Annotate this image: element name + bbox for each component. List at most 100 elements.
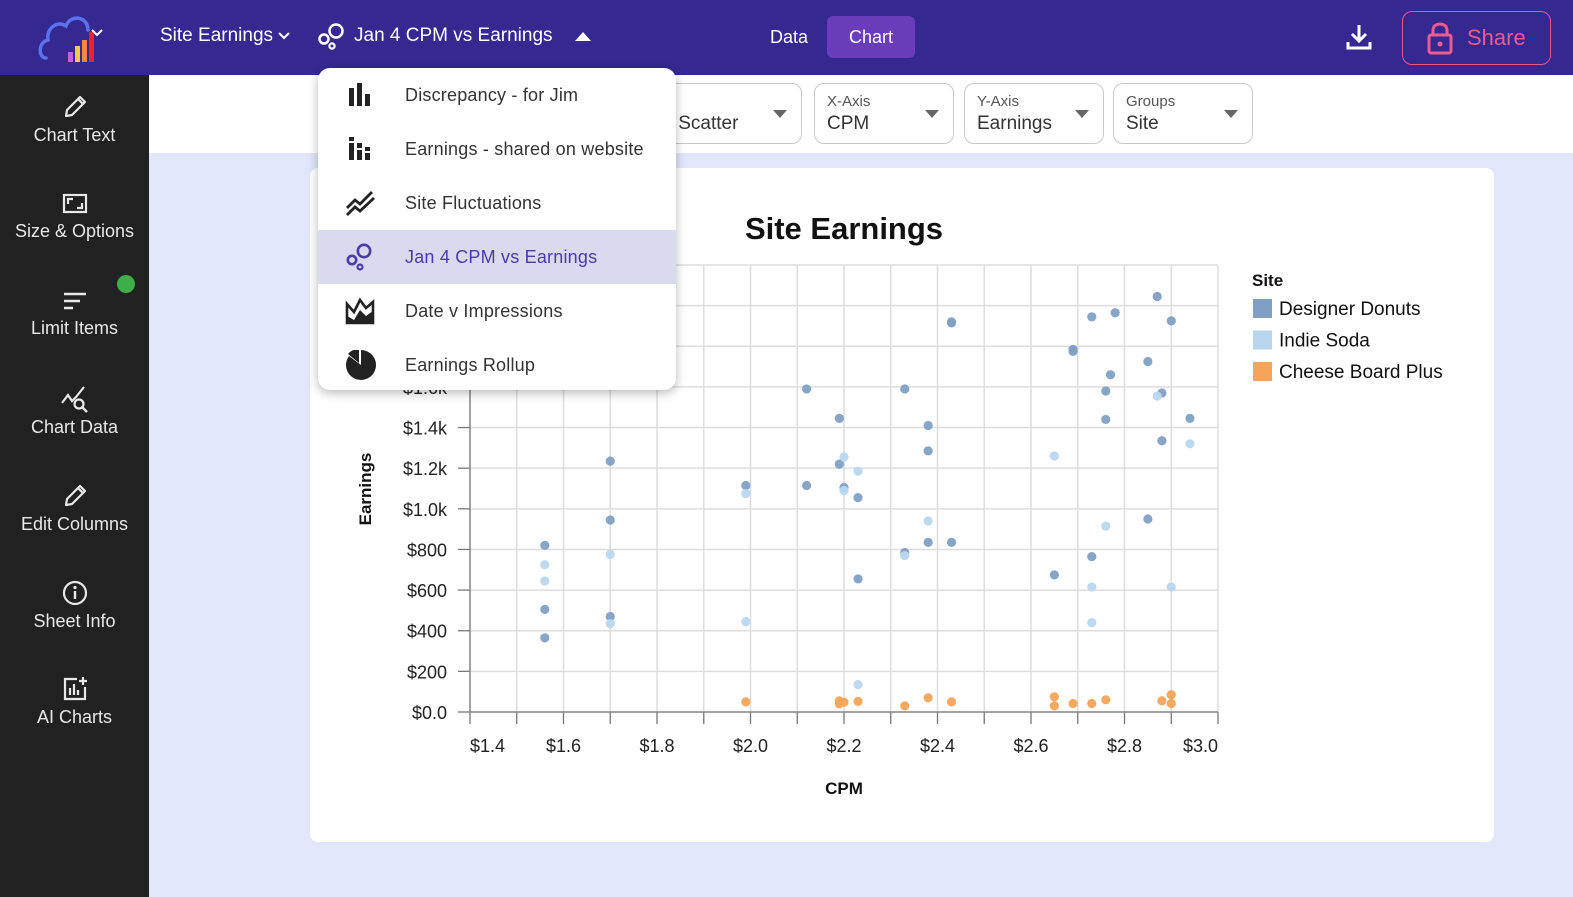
x-axis-dropdown[interactable]: X-Axis CPM	[814, 83, 954, 144]
menu-item-site-fluctuations[interactable]: Site Fluctuations	[318, 176, 676, 230]
app-logo-icon[interactable]	[36, 12, 108, 64]
legend-label: Cheese Board Plus	[1279, 362, 1443, 383]
sidebar-item-edit-columns[interactable]: Edit Columns	[0, 482, 149, 562]
sidebar-item-sheet-info[interactable]: Sheet Info	[0, 579, 149, 659]
data-point-designer-donuts	[1087, 551, 1097, 562]
data-point-designer-donuts	[605, 515, 615, 525]
data-point-designer-donuts	[1143, 356, 1153, 367]
caret-up-icon	[574, 31, 591, 41]
data-point-cheese-board-plus	[1068, 698, 1078, 709]
chart-title[interactable]: Site Earnings	[745, 211, 943, 246]
data-point-cheese-board-plus	[1166, 698, 1176, 709]
share-button[interactable]: Share	[1402, 11, 1551, 65]
chart-list-menu: Discrepancy - for Jim Earnings - shared …	[318, 68, 676, 390]
data-point-indie-soda	[1152, 391, 1162, 401]
dropdown-arrow-icon	[773, 110, 787, 118]
data-point-indie-soda	[839, 452, 849, 462]
data-point-designer-donuts	[1101, 414, 1111, 425]
y-tick-label: $800	[407, 540, 447, 560]
legend-label: Indie Soda	[1279, 331, 1370, 352]
chevron-down-icon	[278, 32, 290, 40]
chevron-down-icon[interactable]	[90, 28, 104, 38]
data-point-cheese-board-plus	[1049, 701, 1059, 711]
dropdown-arrow-icon	[925, 110, 939, 118]
data-point-indie-soda	[741, 616, 751, 627]
data-point-designer-donuts	[1110, 308, 1120, 318]
y-tick-label: $200	[407, 662, 447, 682]
chart-type-dropdown[interactable]: Type Grouped Scatter	[573, 83, 802, 144]
menu-item-earnings-rollup[interactable]: Earnings Rollup	[318, 338, 676, 390]
data-point-designer-donuts	[1087, 312, 1097, 322]
tab-data[interactable]: Data	[748, 16, 830, 58]
y-tick-label: $0.0	[412, 703, 447, 723]
data-point-indie-soda	[1087, 582, 1097, 592]
sidebar-item-chart-data[interactable]: Chart Data	[0, 385, 149, 465]
sidebar-item-size-options[interactable]: Size & Options	[0, 191, 149, 271]
sidebar-item-chart-text[interactable]: Chart Text	[0, 93, 149, 173]
data-point-designer-donuts	[923, 446, 933, 456]
sidebar-item-ai-charts[interactable]: AI Charts	[0, 675, 149, 755]
data-point-cheese-board-plus	[900, 701, 910, 711]
bar-chart-icon	[349, 83, 370, 106]
data-point-indie-soda	[1166, 582, 1176, 592]
legend-swatch	[1253, 299, 1272, 318]
chart-selector[interactable]: Jan 4 CPM vs Earnings	[316, 22, 591, 50]
area-chart-icon	[345, 297, 375, 325]
sheet-title-dropdown[interactable]: Site Earnings	[160, 25, 291, 47]
data-point-designer-donuts	[900, 384, 910, 394]
x-axis-title: CPM	[825, 779, 863, 798]
dropdown-arrow-icon	[1075, 110, 1089, 118]
data-point-designer-donuts	[540, 633, 550, 643]
download-icon[interactable]	[1344, 22, 1374, 52]
data-point-indie-soda	[900, 550, 910, 561]
menu-item-label: Site Fluctuations	[405, 192, 542, 213]
menu-item-date-v-impressions[interactable]: Date v Impressions	[318, 284, 676, 338]
data-point-indie-soda	[605, 619, 615, 629]
y-axis-title: Earnings	[356, 453, 375, 526]
x-axis-label: X-Axis	[827, 93, 871, 110]
data-point-cheese-board-plus	[839, 697, 849, 707]
sidebar-item-label: Sheet Info	[33, 611, 116, 631]
data-point-designer-donuts	[923, 420, 933, 431]
menu-item-label: Earnings - shared on website	[405, 138, 644, 159]
sheet-title: Site Earnings	[160, 25, 274, 46]
data-point-designer-donuts	[802, 384, 812, 394]
pencil-icon	[64, 95, 86, 118]
lock-icon	[1427, 22, 1453, 55]
pie-chart-icon	[346, 350, 376, 380]
data-point-indie-soda	[1087, 618, 1097, 628]
data-point-designer-donuts	[1068, 346, 1078, 356]
legend-swatch	[1253, 330, 1272, 350]
menu-item-label: Discrepancy - for Jim	[405, 84, 579, 105]
top-bar: Site Earnings Jan 4 CPM vs Earnings Data…	[0, 0, 1573, 75]
y-tick-label: $1.0k	[403, 500, 448, 520]
x-tick-label: $2.4	[920, 736, 955, 756]
share-label: Share	[1467, 25, 1526, 50]
x-tick-label: $2.2	[826, 736, 861, 756]
y-axis-dropdown[interactable]: Y-Axis Earnings	[964, 83, 1104, 144]
aspect-ratio-icon	[62, 193, 87, 214]
menu-item-discrepancy[interactable]: Discrepancy - for Jim	[318, 68, 676, 122]
groups-dropdown[interactable]: Groups Site	[1113, 83, 1253, 144]
data-point-designer-donuts	[802, 480, 812, 491]
legend-swatch	[1253, 362, 1272, 381]
tab-chart[interactable]: Chart	[827, 16, 916, 58]
scatter-bubbles-icon	[346, 243, 372, 271]
info-icon	[62, 580, 87, 606]
data-point-cheese-board-plus	[741, 697, 751, 707]
data-point-designer-donuts	[1185, 413, 1195, 424]
chart-plus-icon	[63, 677, 87, 701]
legend-label: Designer Donuts	[1279, 299, 1421, 320]
data-point-indie-soda	[741, 488, 751, 499]
data-point-designer-donuts	[853, 493, 863, 503]
data-point-indie-soda	[839, 485, 849, 496]
menu-item-label: Earnings Rollup	[405, 354, 536, 375]
filter-lines-icon	[63, 292, 86, 310]
sidebar-item-limit-items[interactable]: Limit Items	[0, 288, 149, 368]
menu-item-earnings-shared[interactable]: Earnings - shared on website	[318, 122, 676, 176]
data-point-designer-donuts	[1049, 570, 1059, 580]
data-point-designer-donuts	[946, 537, 957, 547]
menu-item-jan4-cpm-vs-earnings[interactable]: Jan 4 CPM vs Earnings	[318, 230, 676, 284]
data-point-indie-soda	[853, 679, 863, 690]
data-point-cheese-board-plus	[946, 697, 957, 707]
